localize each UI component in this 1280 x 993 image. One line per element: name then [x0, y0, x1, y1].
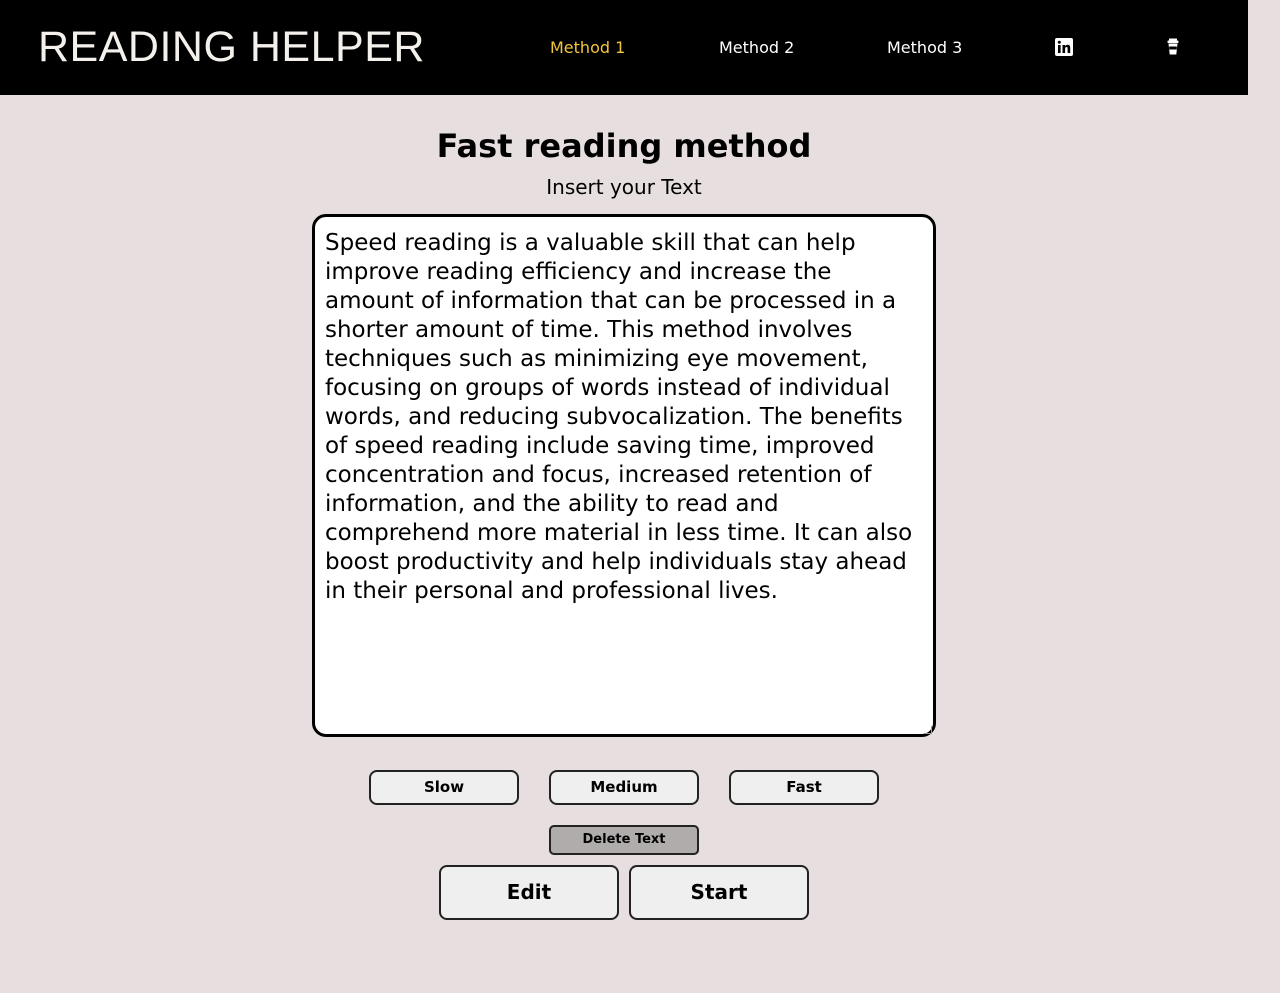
fast-button[interactable]: Fast [729, 770, 879, 805]
slow-button[interactable]: Slow [369, 770, 519, 805]
medium-button[interactable]: Medium [549, 770, 699, 805]
nav-method-2[interactable]: Method 2 [719, 38, 794, 58]
delete-text-button[interactable]: Delete Text [549, 825, 699, 855]
nav-method-1[interactable]: Method 1 [550, 38, 625, 58]
coffee-cup-icon[interactable] [1166, 38, 1180, 56]
start-button[interactable]: Start [629, 865, 809, 920]
navbar: READING HELPER Method 1 Method 2 Method … [0, 0, 1248, 95]
edit-button[interactable]: Edit [439, 865, 619, 920]
linkedin-icon[interactable] [1055, 38, 1073, 56]
site-logo[interactable]: READING HELPER [38, 22, 425, 72]
page-subtitle: Insert your Text [546, 175, 702, 199]
nav-method-3[interactable]: Method 3 [887, 38, 962, 58]
resize-handle-icon[interactable] [924, 726, 932, 734]
text-input[interactable]: Speed reading is a valuable skill that c… [312, 214, 936, 737]
page-title: Fast reading method [436, 127, 812, 165]
